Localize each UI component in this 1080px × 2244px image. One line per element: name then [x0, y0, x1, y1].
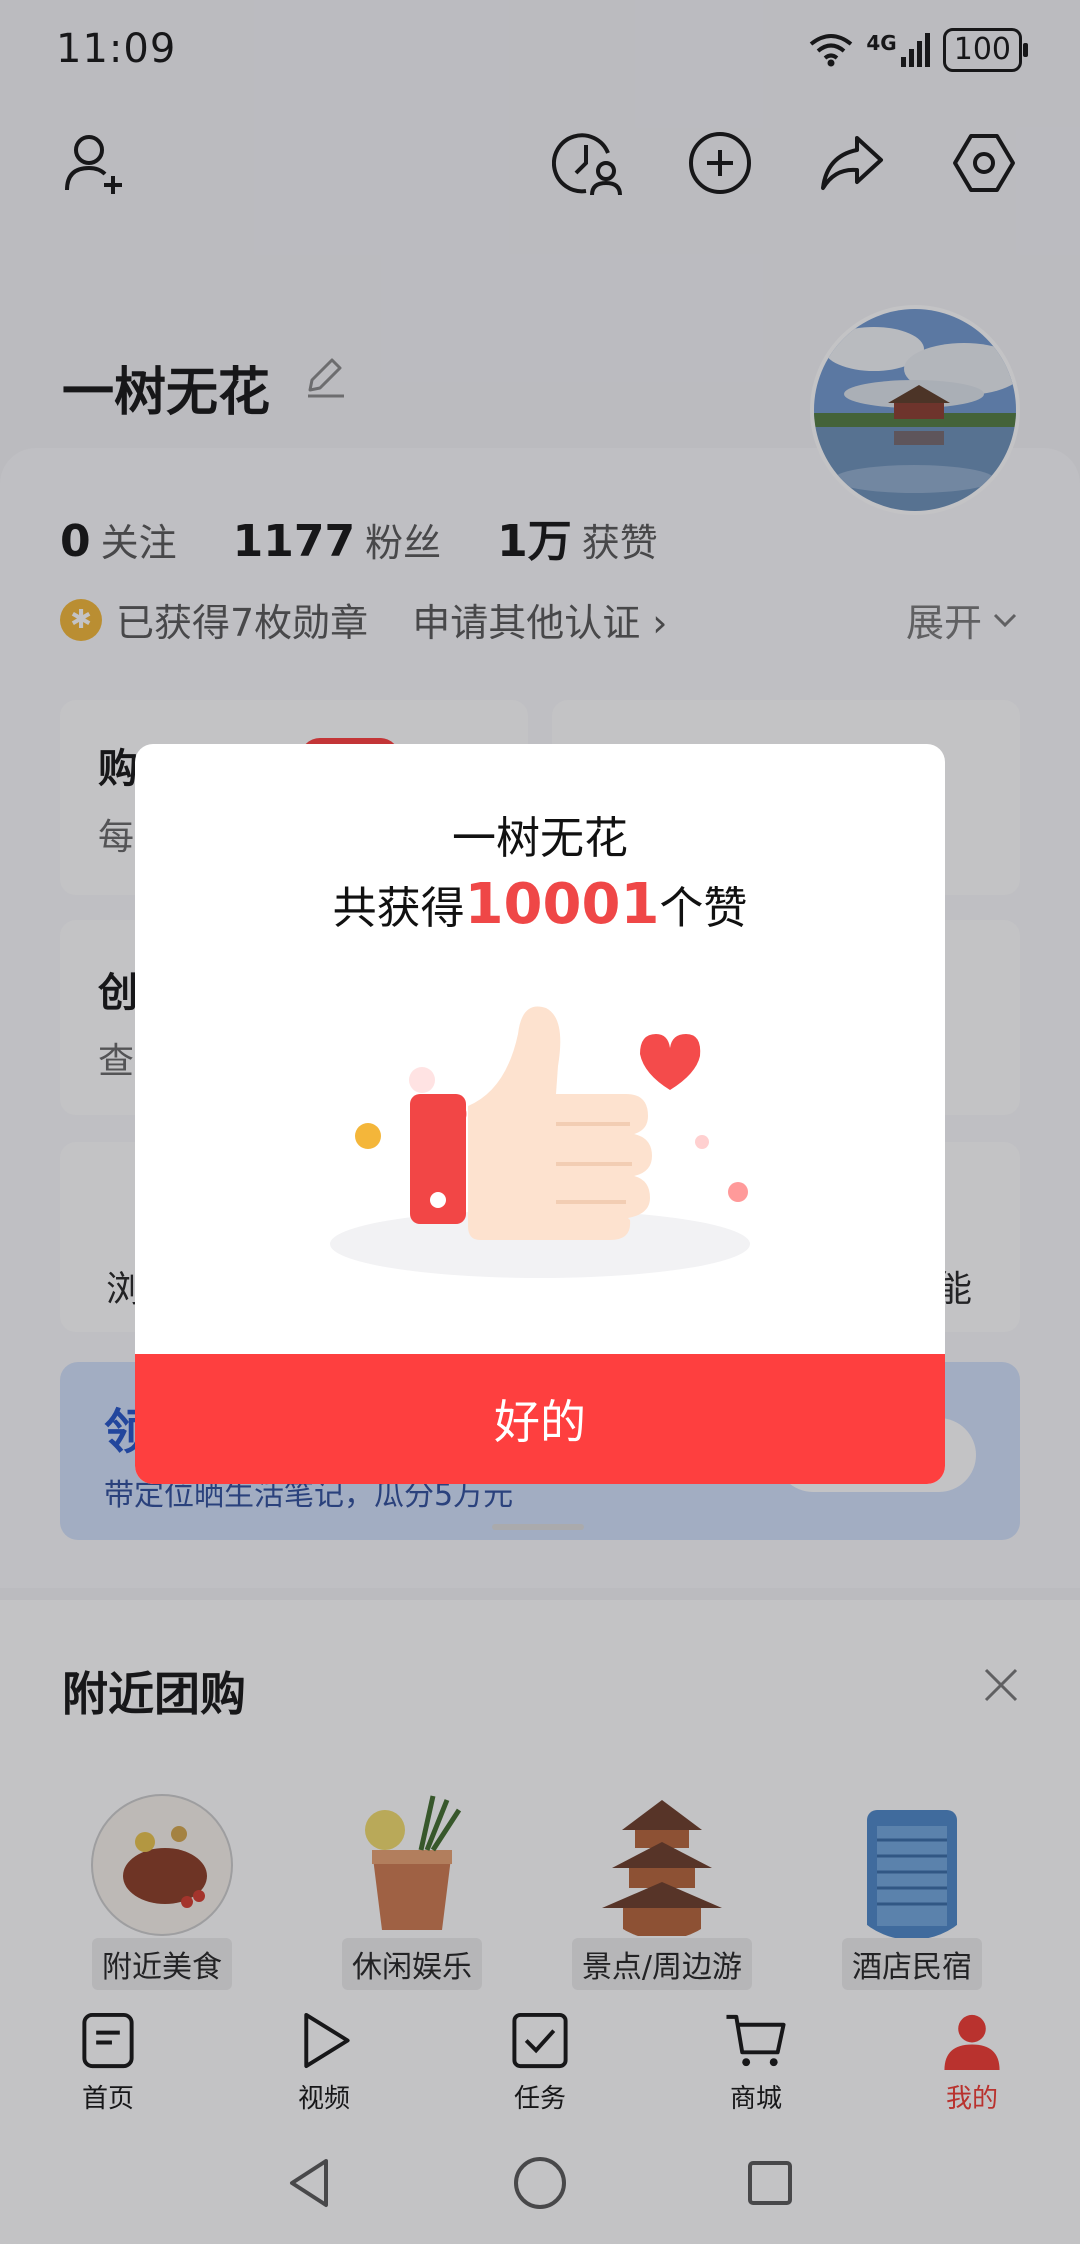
modal-prefix: 共获得	[332, 883, 465, 934]
modal-suffix: 个赞	[659, 883, 748, 934]
ok-button[interactable]: 好的	[135, 1354, 945, 1484]
thumbs-up-icon	[330, 1006, 750, 1278]
like-count: 10001	[464, 872, 660, 937]
likes-modal: 一树无花 共获得10001个赞 好的	[135, 744, 945, 1484]
modal-username: 一树无花	[452, 813, 628, 864]
modal-likes-line: 共获得10001个赞	[135, 872, 945, 937]
